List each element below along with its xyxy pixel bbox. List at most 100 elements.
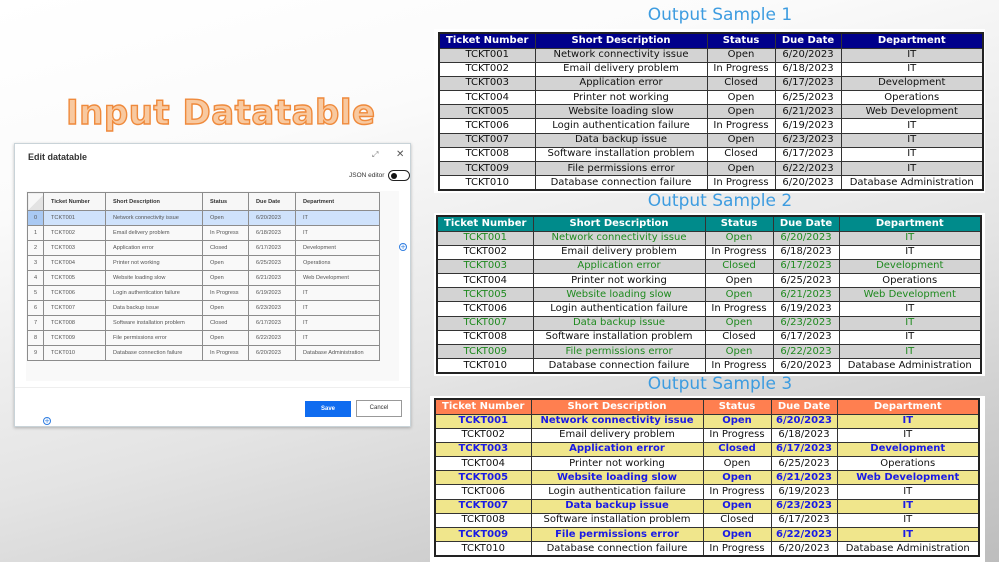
grid-cell-desc[interactable]: Email delivery problem xyxy=(105,225,203,241)
row-index[interactable]: 2 xyxy=(27,240,44,256)
grid-row[interactable]: 7 TCKT008 Software installation problem Clo… xyxy=(27,315,380,331)
output-column-header: Due Date xyxy=(770,398,838,415)
grid-cell-desc[interactable]: Software installation problem xyxy=(105,315,203,331)
add-row-icon[interactable]: + xyxy=(43,417,51,425)
output-cell-desc: Network connectivity issue xyxy=(530,413,704,429)
expand-icon[interactable]: ⤢ xyxy=(372,150,378,160)
output-cell-desc: Database connection failure xyxy=(532,358,706,374)
grid-cell-ticket[interactable]: TCKT004 xyxy=(43,255,106,271)
grid-cell-due[interactable]: 6/25/2023 xyxy=(248,255,296,271)
grid-cell-desc[interactable]: Network connectivity issue xyxy=(105,210,203,226)
add-column-icon[interactable]: + xyxy=(399,243,407,251)
output-cell-status: Open xyxy=(704,273,774,289)
output-cell-due: 6/18/2023 xyxy=(774,61,842,77)
grid-cell-status[interactable]: Open xyxy=(202,300,249,316)
grid-cell-dept[interactable]: Web Development xyxy=(295,270,380,286)
grid-cell-due[interactable]: 6/20/2023 xyxy=(248,210,296,226)
grid-cell-desc[interactable]: File permissions error xyxy=(105,330,203,346)
grid-cell-desc[interactable]: Printer not working xyxy=(105,255,203,271)
output-cell-due: 6/23/2023 xyxy=(770,498,838,514)
close-icon[interactable]: ✕ xyxy=(396,149,404,160)
output-cell-dept: IT xyxy=(836,526,980,543)
grid-cell-status[interactable]: In Progress xyxy=(202,285,249,301)
row-index[interactable]: 9 xyxy=(27,345,44,361)
grid-cell-status[interactable]: Open xyxy=(202,255,249,271)
column-header[interactable]: Ticket Number xyxy=(43,192,106,211)
row-index[interactable]: 7 xyxy=(27,315,44,331)
grid-row[interactable]: 0 TCKT001 Network connectivity issue Open 6/… xyxy=(27,210,380,226)
row-index[interactable]: 6 xyxy=(27,300,44,316)
column-header[interactable]: Short Description xyxy=(105,192,203,211)
grid-cell-dept[interactable]: IT xyxy=(295,330,380,346)
column-header[interactable]: Department xyxy=(295,192,380,211)
grid-cell-dept[interactable]: IT xyxy=(295,315,380,331)
grid-cell-ticket[interactable]: TCKT003 xyxy=(43,240,106,256)
grid-cell-due[interactable]: 6/18/2023 xyxy=(248,225,296,241)
output-cell-desc: Software installation problem xyxy=(530,512,704,529)
row-index[interactable]: 3 xyxy=(27,255,44,271)
grid-cell-ticket[interactable]: TCKT005 xyxy=(43,270,106,286)
grid-cell-desc[interactable]: Website loading slow xyxy=(105,270,203,286)
output-cell-dept: Database Administration xyxy=(838,358,982,374)
grid-cell-ticket[interactable]: TCKT002 xyxy=(43,225,106,241)
output-cell-dept: Web Development xyxy=(838,287,982,303)
grid-row[interactable]: 9 TCKT010 Database connection failure In Pr… xyxy=(27,345,380,361)
grid-cell-desc[interactable]: Login authentication failure xyxy=(105,285,203,301)
json-editor-toggle[interactable] xyxy=(388,170,410,181)
grid-row[interactable]: 6 TCKT007 Data backup issue Open 6/23/2023 IT xyxy=(27,300,380,316)
output-cell-desc: Software installation problem xyxy=(534,146,708,163)
grid-cell-dept[interactable]: IT xyxy=(295,300,380,316)
row-index[interactable]: 0 xyxy=(27,210,44,226)
grid-cell-due[interactable]: 6/23/2023 xyxy=(248,300,296,316)
grid-cell-desc[interactable]: Data backup issue xyxy=(105,300,203,316)
grid-cell-ticket[interactable]: TCKT008 xyxy=(43,315,106,331)
row-index[interactable]: 4 xyxy=(27,270,44,286)
grid-cell-dept[interactable]: IT xyxy=(295,225,380,241)
grid-cell-status[interactable]: Open xyxy=(202,270,249,286)
output-cell-desc: Network connectivity issue xyxy=(534,47,708,63)
grid-cell-ticket[interactable]: TCKT001 xyxy=(43,210,106,226)
grid-cell-due[interactable]: 6/19/2023 xyxy=(248,285,296,301)
grid-cell-dept[interactable]: IT xyxy=(295,210,380,226)
grid-cell-status[interactable]: In Progress xyxy=(202,345,249,361)
grid-cell-ticket[interactable]: TCKT007 xyxy=(43,300,106,316)
grid-cell-dept[interactable]: IT xyxy=(295,285,380,301)
grid-cell-ticket[interactable]: TCKT010 xyxy=(43,345,106,361)
grid-cell-due[interactable]: 6/17/2023 xyxy=(248,240,296,256)
grid-cell-status[interactable]: Closed xyxy=(202,315,249,331)
row-index[interactable]: 1 xyxy=(27,225,44,241)
output-cell-desc: Database connection failure xyxy=(534,175,708,191)
grid-row[interactable]: 8 TCKT009 File permissions error Open 6/22/2… xyxy=(27,330,380,346)
grid-row[interactable]: 2 TCKT003 Application error Closed 6/17/2023… xyxy=(27,240,380,256)
grid-cell-dept[interactable]: Development xyxy=(295,240,380,256)
row-index[interactable]: 5 xyxy=(27,285,44,301)
grid-cell-status[interactable]: Closed xyxy=(202,240,249,256)
grid-row[interactable]: 1 TCKT002 Email delivery problem In Progres… xyxy=(27,225,380,241)
grid-cell-dept[interactable]: Operations xyxy=(295,255,380,271)
grid-cell-due[interactable]: 6/17/2023 xyxy=(248,315,296,331)
grid-row[interactable]: 4 TCKT005 Website loading slow Open 6/21/202… xyxy=(27,270,380,286)
output-cell-ticket: TCKT009 xyxy=(434,526,532,543)
grid-cell-status[interactable]: Open xyxy=(202,210,249,226)
grid-cell-dept[interactable]: Database Administration xyxy=(295,345,380,361)
save-button[interactable]: Save xyxy=(305,401,351,417)
grid-cell-status[interactable]: Open xyxy=(202,330,249,346)
column-header[interactable]: Due Date xyxy=(248,192,296,211)
grid-cell-ticket[interactable]: TCKT006 xyxy=(43,285,106,301)
grid-cell-due[interactable]: 6/22/2023 xyxy=(248,330,296,346)
output-cell-dept: IT xyxy=(838,244,982,260)
cancel-button[interactable]: Cancel xyxy=(356,400,402,417)
grid-cell-due[interactable]: 6/20/2023 xyxy=(248,345,296,361)
grid-row[interactable]: 3 TCKT004 Printer not working Open 6/25/2023… xyxy=(27,255,380,271)
grid-cell-ticket[interactable]: TCKT009 xyxy=(43,330,106,346)
grid-cell-due[interactable]: 6/21/2023 xyxy=(248,270,296,286)
grid-cell-desc[interactable]: Application error xyxy=(105,240,203,256)
output-cell-dept: Database Administration xyxy=(836,541,980,557)
grid-cell-status[interactable]: In Progress xyxy=(202,225,249,241)
grid-cell-desc[interactable]: Database connection failure xyxy=(105,345,203,361)
row-index[interactable]: 8 xyxy=(27,330,44,346)
column-header[interactable]: Status xyxy=(202,192,249,211)
grid-row[interactable]: 5 TCKT006 Login authentication failure In P… xyxy=(27,285,380,301)
output-cell-ticket: TCKT001 xyxy=(436,230,534,246)
select-all-corner[interactable] xyxy=(27,192,44,211)
